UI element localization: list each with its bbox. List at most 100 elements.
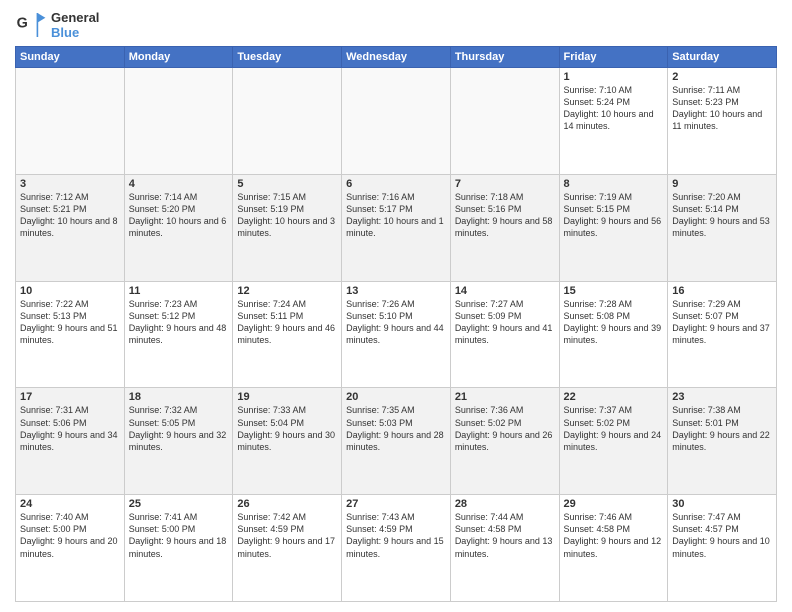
day-header-wednesday: Wednesday <box>342 47 451 68</box>
day-info: Sunrise: 7:35 AM Sunset: 5:03 PM Dayligh… <box>346 404 446 453</box>
day-number: 17 <box>20 391 120 403</box>
day-header-monday: Monday <box>124 47 233 68</box>
calendar-day-24: 24Sunrise: 7:40 AM Sunset: 5:00 PM Dayli… <box>16 495 125 602</box>
calendar-day-2: 2Sunrise: 7:11 AM Sunset: 5:23 PM Daylig… <box>668 68 777 175</box>
calendar-day-5: 5Sunrise: 7:15 AM Sunset: 5:19 PM Daylig… <box>233 174 342 281</box>
day-info: Sunrise: 7:41 AM Sunset: 5:00 PM Dayligh… <box>129 511 229 560</box>
day-number: 18 <box>129 391 229 403</box>
calendar-table: SundayMondayTuesdayWednesdayThursdayFrid… <box>15 46 777 602</box>
day-info: Sunrise: 7:14 AM Sunset: 5:20 PM Dayligh… <box>129 191 229 240</box>
day-info: Sunrise: 7:20 AM Sunset: 5:14 PM Dayligh… <box>672 191 772 240</box>
calendar-day-3: 3Sunrise: 7:12 AM Sunset: 5:21 PM Daylig… <box>16 174 125 281</box>
calendar-day-10: 10Sunrise: 7:22 AM Sunset: 5:13 PM Dayli… <box>16 281 125 388</box>
day-number: 25 <box>129 498 229 510</box>
day-number: 26 <box>237 498 337 510</box>
day-info: Sunrise: 7:32 AM Sunset: 5:05 PM Dayligh… <box>129 404 229 453</box>
calendar-empty-cell <box>342 68 451 175</box>
day-header-friday: Friday <box>559 47 668 68</box>
calendar-day-18: 18Sunrise: 7:32 AM Sunset: 5:05 PM Dayli… <box>124 388 233 495</box>
day-info: Sunrise: 7:36 AM Sunset: 5:02 PM Dayligh… <box>455 404 555 453</box>
day-number: 20 <box>346 391 446 403</box>
day-info: Sunrise: 7:11 AM Sunset: 5:23 PM Dayligh… <box>672 84 772 133</box>
day-info: Sunrise: 7:43 AM Sunset: 4:59 PM Dayligh… <box>346 511 446 560</box>
day-info: Sunrise: 7:40 AM Sunset: 5:00 PM Dayligh… <box>20 511 120 560</box>
calendar-week-row: 17Sunrise: 7:31 AM Sunset: 5:06 PM Dayli… <box>16 388 777 495</box>
day-number: 19 <box>237 391 337 403</box>
day-header-saturday: Saturday <box>668 47 777 68</box>
day-number: 7 <box>455 178 555 190</box>
calendar-day-16: 16Sunrise: 7:29 AM Sunset: 5:07 PM Dayli… <box>668 281 777 388</box>
calendar-day-12: 12Sunrise: 7:24 AM Sunset: 5:11 PM Dayli… <box>233 281 342 388</box>
logo-icon: G <box>15 11 47 39</box>
day-number: 6 <box>346 178 446 190</box>
calendar-day-1: 1Sunrise: 7:10 AM Sunset: 5:24 PM Daylig… <box>559 68 668 175</box>
calendar-day-20: 20Sunrise: 7:35 AM Sunset: 5:03 PM Dayli… <box>342 388 451 495</box>
logo-text: General Blue <box>51 10 99 40</box>
calendar-day-15: 15Sunrise: 7:28 AM Sunset: 5:08 PM Dayli… <box>559 281 668 388</box>
day-info: Sunrise: 7:42 AM Sunset: 4:59 PM Dayligh… <box>237 511 337 560</box>
day-info: Sunrise: 7:10 AM Sunset: 5:24 PM Dayligh… <box>564 84 664 133</box>
calendar-day-4: 4Sunrise: 7:14 AM Sunset: 5:20 PM Daylig… <box>124 174 233 281</box>
day-number: 5 <box>237 178 337 190</box>
day-info: Sunrise: 7:19 AM Sunset: 5:15 PM Dayligh… <box>564 191 664 240</box>
day-number: 28 <box>455 498 555 510</box>
calendar-empty-cell <box>233 68 342 175</box>
day-number: 2 <box>672 71 772 83</box>
day-number: 14 <box>455 285 555 297</box>
day-info: Sunrise: 7:18 AM Sunset: 5:16 PM Dayligh… <box>455 191 555 240</box>
calendar-week-row: 10Sunrise: 7:22 AM Sunset: 5:13 PM Dayli… <box>16 281 777 388</box>
day-info: Sunrise: 7:28 AM Sunset: 5:08 PM Dayligh… <box>564 298 664 347</box>
calendar-day-11: 11Sunrise: 7:23 AM Sunset: 5:12 PM Dayli… <box>124 281 233 388</box>
day-number: 30 <box>672 498 772 510</box>
day-info: Sunrise: 7:23 AM Sunset: 5:12 PM Dayligh… <box>129 298 229 347</box>
day-number: 24 <box>20 498 120 510</box>
day-info: Sunrise: 7:16 AM Sunset: 5:17 PM Dayligh… <box>346 191 446 240</box>
logo: G General Blue <box>15 10 99 40</box>
day-info: Sunrise: 7:12 AM Sunset: 5:21 PM Dayligh… <box>20 191 120 240</box>
header: G General Blue <box>15 10 777 40</box>
calendar-day-19: 19Sunrise: 7:33 AM Sunset: 5:04 PM Dayli… <box>233 388 342 495</box>
day-info: Sunrise: 7:37 AM Sunset: 5:02 PM Dayligh… <box>564 404 664 453</box>
calendar-day-21: 21Sunrise: 7:36 AM Sunset: 5:02 PM Dayli… <box>450 388 559 495</box>
day-number: 16 <box>672 285 772 297</box>
page: G General Blue SundayMondayTuesdayWednes… <box>0 0 792 612</box>
calendar-day-23: 23Sunrise: 7:38 AM Sunset: 5:01 PM Dayli… <box>668 388 777 495</box>
day-number: 10 <box>20 285 120 297</box>
calendar-day-7: 7Sunrise: 7:18 AM Sunset: 5:16 PM Daylig… <box>450 174 559 281</box>
day-number: 3 <box>20 178 120 190</box>
calendar-empty-cell <box>450 68 559 175</box>
calendar-day-27: 27Sunrise: 7:43 AM Sunset: 4:59 PM Dayli… <box>342 495 451 602</box>
calendar-day-13: 13Sunrise: 7:26 AM Sunset: 5:10 PM Dayli… <box>342 281 451 388</box>
day-number: 1 <box>564 71 664 83</box>
day-number: 4 <box>129 178 229 190</box>
calendar-day-25: 25Sunrise: 7:41 AM Sunset: 5:00 PM Dayli… <box>124 495 233 602</box>
day-number: 9 <box>672 178 772 190</box>
day-number: 22 <box>564 391 664 403</box>
day-info: Sunrise: 7:24 AM Sunset: 5:11 PM Dayligh… <box>237 298 337 347</box>
calendar-day-30: 30Sunrise: 7:47 AM Sunset: 4:57 PM Dayli… <box>668 495 777 602</box>
day-info: Sunrise: 7:29 AM Sunset: 5:07 PM Dayligh… <box>672 298 772 347</box>
day-header-tuesday: Tuesday <box>233 47 342 68</box>
day-info: Sunrise: 7:33 AM Sunset: 5:04 PM Dayligh… <box>237 404 337 453</box>
day-number: 8 <box>564 178 664 190</box>
day-info: Sunrise: 7:22 AM Sunset: 5:13 PM Dayligh… <box>20 298 120 347</box>
day-number: 13 <box>346 285 446 297</box>
calendar-day-17: 17Sunrise: 7:31 AM Sunset: 5:06 PM Dayli… <box>16 388 125 495</box>
day-info: Sunrise: 7:27 AM Sunset: 5:09 PM Dayligh… <box>455 298 555 347</box>
calendar-day-29: 29Sunrise: 7:46 AM Sunset: 4:58 PM Dayli… <box>559 495 668 602</box>
day-header-thursday: Thursday <box>450 47 559 68</box>
calendar-header-row: SundayMondayTuesdayWednesdayThursdayFrid… <box>16 47 777 68</box>
day-number: 27 <box>346 498 446 510</box>
calendar-week-row: 24Sunrise: 7:40 AM Sunset: 5:00 PM Dayli… <box>16 495 777 602</box>
calendar-day-9: 9Sunrise: 7:20 AM Sunset: 5:14 PM Daylig… <box>668 174 777 281</box>
day-number: 21 <box>455 391 555 403</box>
calendar-empty-cell <box>16 68 125 175</box>
day-number: 12 <box>237 285 337 297</box>
calendar-day-6: 6Sunrise: 7:16 AM Sunset: 5:17 PM Daylig… <box>342 174 451 281</box>
day-number: 11 <box>129 285 229 297</box>
calendar-day-28: 28Sunrise: 7:44 AM Sunset: 4:58 PM Dayli… <box>450 495 559 602</box>
day-header-sunday: Sunday <box>16 47 125 68</box>
day-info: Sunrise: 7:38 AM Sunset: 5:01 PM Dayligh… <box>672 404 772 453</box>
calendar-day-8: 8Sunrise: 7:19 AM Sunset: 5:15 PM Daylig… <box>559 174 668 281</box>
calendar-day-22: 22Sunrise: 7:37 AM Sunset: 5:02 PM Dayli… <box>559 388 668 495</box>
